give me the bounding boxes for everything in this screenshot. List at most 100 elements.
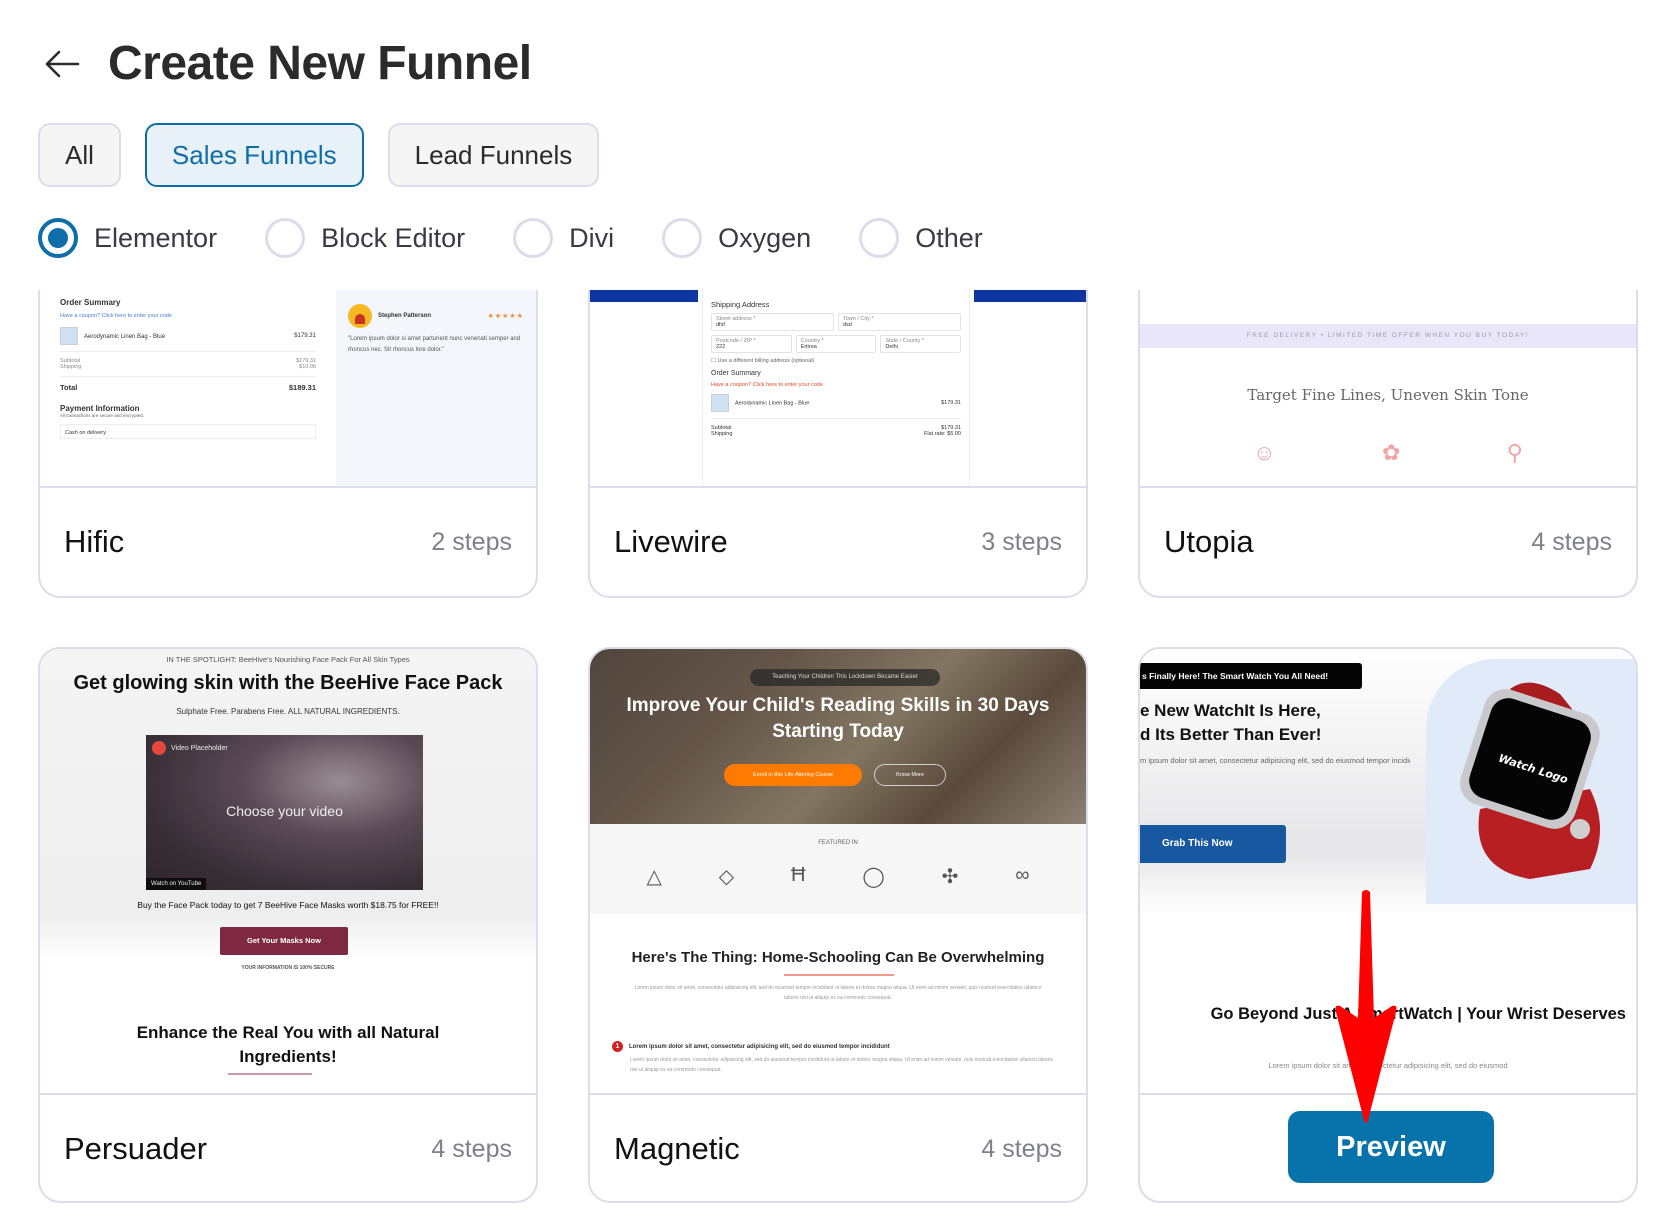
template-thumbnail[interactable]: Order Summary Have a coupon? Click here …: [40, 290, 536, 488]
company-logo-icon: ✣: [941, 866, 959, 888]
template-card-watchit[interactable]: s Finally Here! The Smart Watch You All …: [1138, 647, 1638, 1203]
radio-block-editor[interactable]: Block Editor: [265, 218, 465, 258]
checkbox-label: Use a different billing address (optiona…: [717, 358, 815, 364]
template-card-hific[interactable]: Order Summary Have a coupon? Click here …: [38, 290, 538, 598]
shipping-value: $10.00: [299, 364, 316, 370]
total-row: Total $189.31: [60, 383, 316, 392]
checkout-form-preview: Shipping Address Street address * dfsf To…: [702, 290, 970, 486]
payment-title: Payment Information: [60, 404, 140, 413]
zip-field: Postcode / ZIP * 222: [711, 335, 792, 353]
coupon-link: Have a coupon? Click here to enter your …: [60, 313, 172, 319]
hero-section: Teaching Your Children This Lockdown Bec…: [590, 649, 1086, 824]
review-text: "Lorem ipsum dolor si amet parturient nu…: [348, 336, 521, 353]
section-title: Enhance the Real You with all Natural In…: [136, 1023, 440, 1066]
template-steps: 2 steps: [431, 527, 512, 556]
radio-label: Divi: [569, 222, 615, 253]
radio-oxygen[interactable]: Oxygen: [662, 218, 811, 258]
template-card-utopia[interactable]: FREE DELIVERY • LIMITED TIME OFFER WHEN …: [1138, 290, 1638, 598]
shipping-label: Shipping: [711, 431, 733, 437]
reviewer-avatar: [348, 304, 372, 328]
page-title: Create New Funnel: [108, 37, 532, 90]
dropper-icon: ⚲: [1506, 440, 1523, 465]
product-row: Aerodynamic Linen Bag - Blue $179.31: [711, 394, 961, 412]
hero-text: m ipsum dolor sit amet, consectetur adip…: [1140, 756, 1410, 765]
shipping-label: Shipping: [60, 364, 82, 370]
radio-label: Elementor: [94, 222, 218, 253]
radio-button[interactable]: [265, 218, 306, 258]
offer-text: Buy the Face Pack today to get 7 BeeHive…: [137, 900, 439, 910]
flower-icon: ✿: [1381, 440, 1401, 465]
radio-divi[interactable]: Divi: [513, 218, 614, 258]
state-field: State / County * Delhi: [880, 335, 962, 353]
template-card-livewire[interactable]: Shipping Address Street address * dfsf To…: [588, 290, 1088, 598]
number-badge: 1: [612, 1041, 623, 1052]
shipping-value: Flat rate: $5.00: [924, 431, 961, 437]
hero-headline: Improve Your Child's Reading Skills in 3…: [626, 695, 1050, 742]
back-button[interactable]: [38, 40, 86, 88]
grab-button-preview: Grab This Now: [1140, 825, 1286, 863]
spotlight-text: IN THE SPOTLIGHT: BeeHive's Nourishing F…: [166, 655, 410, 664]
field-value: dsd: [843, 322, 852, 328]
tab-sales-funnels[interactable]: Sales Funnels: [144, 123, 364, 187]
street-field: Street address * dfsf: [711, 313, 834, 331]
template-steps: 3 steps: [981, 527, 1062, 556]
order-summary-title: Order Summary: [711, 370, 761, 377]
product-image: [60, 327, 78, 345]
title-underline: [228, 1073, 312, 1075]
country-field: Country * Eritrea: [795, 335, 877, 353]
radio-elementor[interactable]: Elementor: [38, 218, 217, 258]
know-more-button-preview: Know More: [874, 764, 946, 786]
section-title: Go Beyond Just A SmartWatch | Your Wrist…: [1210, 1005, 1626, 1023]
tab-lead-funnels[interactable]: Lead Funnels: [387, 123, 600, 187]
section-text: Lorem ipsum dolor sit amet, consectetur …: [1268, 1061, 1508, 1070]
field-value: Delhi: [885, 344, 898, 350]
template-thumbnail[interactable]: s Finally Here! The Smart Watch You All …: [1140, 649, 1636, 1095]
field-value: 222: [716, 344, 726, 350]
divider: [60, 376, 316, 377]
product-price: $179.31: [294, 333, 316, 339]
headline-line: d Its Better Than Ever!: [1140, 725, 1322, 744]
star-rating: ★★★★★: [487, 313, 524, 320]
divider: [711, 418, 961, 419]
template-name: Hific: [64, 524, 125, 559]
hero-headline: e New WatchIt Is Here, d Its Better Than …: [1140, 699, 1321, 747]
field-value: dfsf: [716, 322, 725, 328]
template-card-magnetic[interactable]: Teaching Your Children This Lockdown Bec…: [588, 647, 1088, 1203]
radio-label: Block Editor: [321, 222, 466, 253]
template-steps: 4 steps: [981, 1134, 1062, 1163]
template-thumbnail[interactable]: Shipping Address Street address * dfsf To…: [590, 290, 1086, 488]
card-footer: Livewire 3 steps: [590, 488, 1086, 596]
youtube-badge: Watch on YouTube: [146, 878, 207, 890]
preview-button[interactable]: Preview: [1288, 1111, 1494, 1183]
template-name: Utopia: [1164, 524, 1254, 559]
feature-icons: ☺ ✿ ⚲: [1140, 440, 1636, 466]
radio-button[interactable]: [859, 218, 900, 258]
company-logo-icon: △: [646, 866, 662, 888]
featured-label: FEATURED IN: [818, 840, 858, 846]
radio-button-checked[interactable]: [38, 218, 78, 258]
payment-subtitle: All transactions are secure and encrypte…: [60, 413, 145, 418]
section-title: Here's The Thing: Home-Schooling Can Be …: [631, 949, 1045, 966]
template-name: Persuader: [64, 1131, 208, 1166]
template-card-persuader[interactable]: IN THE SPOTLIGHT: BeeHive's Nourishing F…: [38, 647, 538, 1203]
template-thumbnail[interactable]: Teaching Your Children This Lockdown Bec…: [590, 649, 1086, 1095]
promo-tag: s Finally Here! The Smart Watch You All …: [1140, 663, 1362, 689]
tab-all[interactable]: All: [38, 123, 121, 187]
product-price: $179.31: [941, 400, 961, 406]
radio-other[interactable]: Other: [859, 218, 983, 258]
face-icon: ☺: [1253, 440, 1276, 465]
radio-button[interactable]: [513, 218, 554, 258]
template-steps: 4 steps: [431, 1134, 512, 1163]
radio-button[interactable]: [662, 218, 703, 258]
city-field: Town / City * dsd: [838, 313, 961, 331]
builder-radio-group: Elementor Block Editor Divi Oxygen Other: [38, 218, 1031, 258]
product-image: [711, 394, 729, 412]
divider: [60, 351, 316, 352]
template-thumbnail[interactable]: IN THE SPOTLIGHT: BeeHive's Nourishing F…: [40, 649, 536, 1095]
smartwatch-image: Watch Logo: [1460, 682, 1600, 879]
radio-label: Other: [915, 222, 983, 253]
title-underline: [784, 974, 894, 976]
order-summary-title: Order Summary: [60, 298, 121, 307]
template-thumbnail[interactable]: FREE DELIVERY • LIMITED TIME OFFER WHEN …: [1140, 290, 1636, 488]
product-row: Aerodynamic Linen Bag - Blue $179.31: [60, 327, 316, 345]
